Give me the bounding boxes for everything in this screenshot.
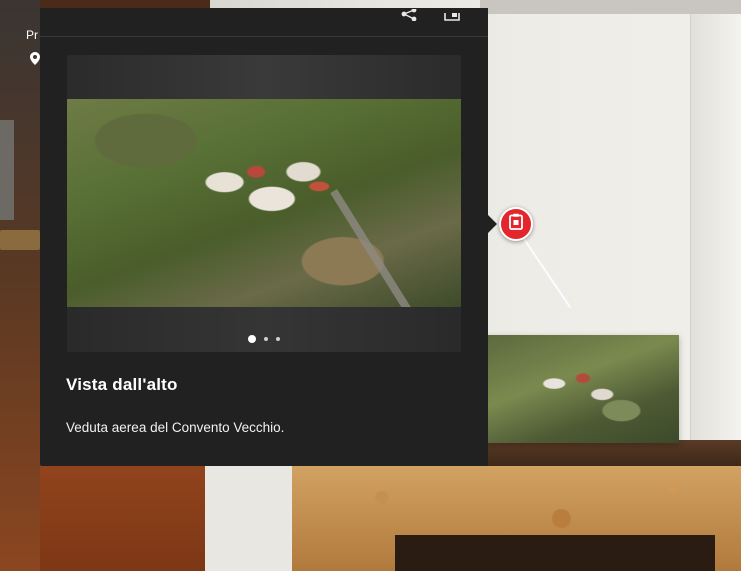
scene-aerial-photo-print: [487, 335, 679, 443]
tag-hotspot[interactable]: [499, 207, 533, 241]
tag-info-panel: Vista dall'alto Veduta aerea del Convent…: [40, 7, 488, 466]
expand-icon[interactable]: [444, 8, 462, 26]
scene-left-object: [0, 120, 14, 220]
clipboard-tag-icon: [509, 213, 523, 235]
panel-toolbar: [40, 7, 488, 37]
scene-lower-wall: [205, 465, 305, 571]
carousel-dot[interactable]: [264, 337, 268, 341]
media-top-band: [67, 55, 461, 99]
scene-wall-corner: [690, 14, 741, 470]
carousel-dot[interactable]: [276, 337, 280, 341]
carousel-image-aerial-view: [67, 99, 461, 338]
scene-left-frame: [0, 0, 40, 571]
media-bottom-band: [67, 307, 461, 352]
scene-ceiling-edge: [480, 0, 741, 14]
panel-pointer-arrow: [488, 215, 497, 233]
carousel-dot[interactable]: [248, 335, 256, 343]
panel-title: Vista dall'alto: [66, 375, 178, 394]
tour-location-label: Pr: [26, 28, 38, 42]
share-icon[interactable]: [400, 7, 418, 26]
scene-fireplace-opening: [395, 535, 715, 571]
location-pin-icon: [30, 52, 40, 70]
carousel-pagination: [67, 334, 461, 344]
panel-description: Veduta aerea del Convento Vecchio.: [66, 420, 285, 435]
scene-left-handle: [0, 230, 40, 250]
media-carousel[interactable]: [67, 55, 461, 352]
